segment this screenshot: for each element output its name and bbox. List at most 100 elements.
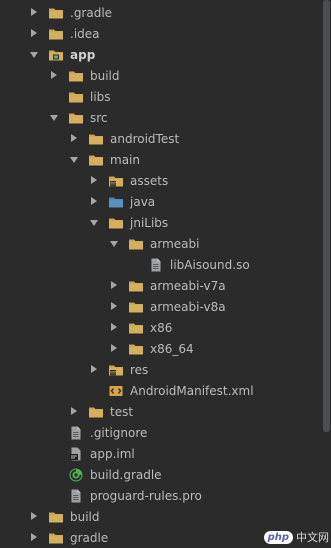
tree-node-label: androidTest bbox=[110, 131, 180, 146]
tree-node-app[interactable]: app bbox=[0, 44, 322, 65]
expand-arrow-open-icon[interactable] bbox=[49, 112, 60, 123]
tree-node-main[interactable]: main bbox=[0, 149, 322, 170]
tree-node-label: armeabi-v8a bbox=[150, 299, 226, 314]
no-arrow-spacer bbox=[49, 469, 60, 480]
tree-node-gradle[interactable]: .gradle bbox=[0, 2, 322, 23]
tree-node-label: armeabi bbox=[150, 236, 200, 251]
watermark-badge: php bbox=[263, 530, 293, 544]
watermark: php 中文网 bbox=[263, 529, 329, 545]
source-folder-icon bbox=[108, 194, 124, 210]
tree-node-proguard-rules-pro[interactable]: proguard-rules.pro bbox=[0, 485, 322, 506]
tree-node-libaisound-so[interactable]: libAisound.so bbox=[0, 254, 322, 275]
tree-node-idea[interactable]: .idea bbox=[0, 23, 322, 44]
expand-arrow-closed-icon[interactable] bbox=[89, 196, 100, 207]
expand-arrow-closed-icon[interactable] bbox=[109, 280, 120, 291]
folder-icon bbox=[88, 152, 104, 168]
file-icon bbox=[148, 257, 164, 273]
tree-node-label: jniLibs bbox=[130, 215, 169, 230]
folder-icon bbox=[68, 110, 84, 126]
no-arrow-spacer bbox=[49, 91, 60, 102]
tree-node-label: build bbox=[90, 68, 120, 83]
tree-node-label: x86 bbox=[150, 320, 173, 335]
tree-node-armeabi-v8a[interactable]: armeabi-v8a bbox=[0, 296, 322, 317]
project-tree: .gradle .idea app build libs src androidTest ma… bbox=[0, 2, 322, 548]
tree-node-label: java bbox=[130, 194, 156, 209]
expand-arrow-closed-icon[interactable] bbox=[69, 133, 80, 144]
tree-node-label: build.gradle bbox=[90, 467, 162, 482]
scrollbar-thumb[interactable] bbox=[323, 0, 330, 432]
tree-node-jnilibs[interactable]: jniLibs bbox=[0, 212, 322, 233]
expand-arrow-closed-icon[interactable] bbox=[69, 406, 80, 417]
tree-node-label: .gradle bbox=[70, 5, 113, 20]
tree-node-res[interactable]: res bbox=[0, 359, 322, 380]
tree-node-label: gradle bbox=[70, 530, 109, 545]
tree-node-label: main bbox=[110, 152, 140, 167]
tree-node-armeabi[interactable]: armeabi bbox=[0, 233, 322, 254]
folder-icon bbox=[128, 320, 144, 336]
module-folder-icon bbox=[48, 47, 64, 63]
tree-node-build-gradle[interactable]: build.gradle bbox=[0, 464, 322, 485]
expand-arrow-closed-icon[interactable] bbox=[89, 364, 100, 375]
tree-node-libs[interactable]: libs bbox=[0, 86, 322, 107]
folder-icon bbox=[88, 131, 104, 147]
tree-node-build[interactable]: build bbox=[0, 65, 322, 86]
folder-icon bbox=[128, 299, 144, 315]
tree-node-assets[interactable]: assets bbox=[0, 170, 322, 191]
tree-node-label: app.iml bbox=[90, 446, 135, 461]
expand-arrow-open-icon[interactable] bbox=[109, 238, 120, 249]
expand-arrow-closed-icon[interactable] bbox=[29, 7, 40, 18]
tree-node-java[interactable]: java bbox=[0, 191, 322, 212]
tree-node-label: x86_64 bbox=[150, 341, 194, 356]
tree-node-androidtest[interactable]: androidTest bbox=[0, 128, 322, 149]
resource-folder-icon bbox=[108, 362, 124, 378]
no-arrow-spacer bbox=[89, 385, 100, 396]
tree-node-label: .gitignore bbox=[90, 425, 148, 440]
folder-icon bbox=[128, 341, 144, 357]
tree-node-label: .idea bbox=[70, 26, 100, 41]
no-arrow-spacer bbox=[49, 490, 60, 501]
expand-arrow-closed-icon[interactable] bbox=[29, 28, 40, 39]
tree-node-x86-64[interactable]: x86_64 bbox=[0, 338, 322, 359]
expand-arrow-open-icon[interactable] bbox=[89, 217, 100, 228]
tree-node-label: libAisound.so bbox=[170, 257, 250, 272]
file-icon bbox=[68, 425, 84, 441]
tree-node-label: proguard-rules.pro bbox=[90, 488, 202, 503]
tree-node-label: libs bbox=[90, 89, 111, 104]
tree-node-label: test bbox=[110, 404, 134, 419]
tree-node-label: armeabi-v7a bbox=[150, 278, 226, 293]
tree-node-armeabi-v7a[interactable]: armeabi-v7a bbox=[0, 275, 322, 296]
expand-arrow-closed-icon[interactable] bbox=[109, 343, 120, 354]
expand-arrow-closed-icon[interactable] bbox=[89, 175, 100, 186]
expand-arrow-closed-icon[interactable] bbox=[29, 532, 40, 543]
tree-node-androidmanifest-xml[interactable]: AndroidManifest.xml bbox=[0, 380, 322, 401]
folder-icon bbox=[48, 530, 64, 546]
tree-node-label: assets bbox=[130, 173, 169, 188]
no-arrow-spacer bbox=[129, 259, 140, 270]
folder-icon bbox=[88, 404, 104, 420]
expand-arrow-closed-icon[interactable] bbox=[49, 70, 60, 81]
manifest-icon bbox=[108, 383, 124, 399]
tree-node-label: src bbox=[90, 110, 108, 125]
expand-arrow-closed-icon[interactable] bbox=[109, 322, 120, 333]
folder-icon bbox=[68, 89, 84, 105]
tree-node-label: AndroidManifest.xml bbox=[130, 383, 254, 398]
folder-icon bbox=[128, 236, 144, 252]
tree-node-x86[interactable]: x86 bbox=[0, 317, 322, 338]
expand-arrow-closed-icon[interactable] bbox=[109, 301, 120, 312]
expand-arrow-open-icon[interactable] bbox=[69, 154, 80, 165]
tree-node-label: app bbox=[70, 47, 96, 62]
resource-folder-icon bbox=[108, 173, 124, 189]
project-tree-panel: .gradle .idea app build libs src androidTest ma… bbox=[0, 0, 331, 545]
tree-node-test[interactable]: test bbox=[0, 401, 322, 422]
tree-node-label: res bbox=[130, 362, 149, 377]
expand-arrow-open-icon[interactable] bbox=[29, 49, 40, 60]
folder-icon bbox=[48, 5, 64, 21]
expand-arrow-closed-icon[interactable] bbox=[29, 511, 40, 522]
folder-icon bbox=[68, 68, 84, 84]
folder-icon bbox=[128, 278, 144, 294]
folder-icon bbox=[48, 26, 64, 42]
tree-node-gitignore[interactable]: .gitignore bbox=[0, 422, 322, 443]
tree-node-src[interactable]: src bbox=[0, 107, 322, 128]
tree-node-build[interactable]: build bbox=[0, 506, 322, 527]
tree-node-app-iml[interactable]: app.iml bbox=[0, 443, 322, 464]
